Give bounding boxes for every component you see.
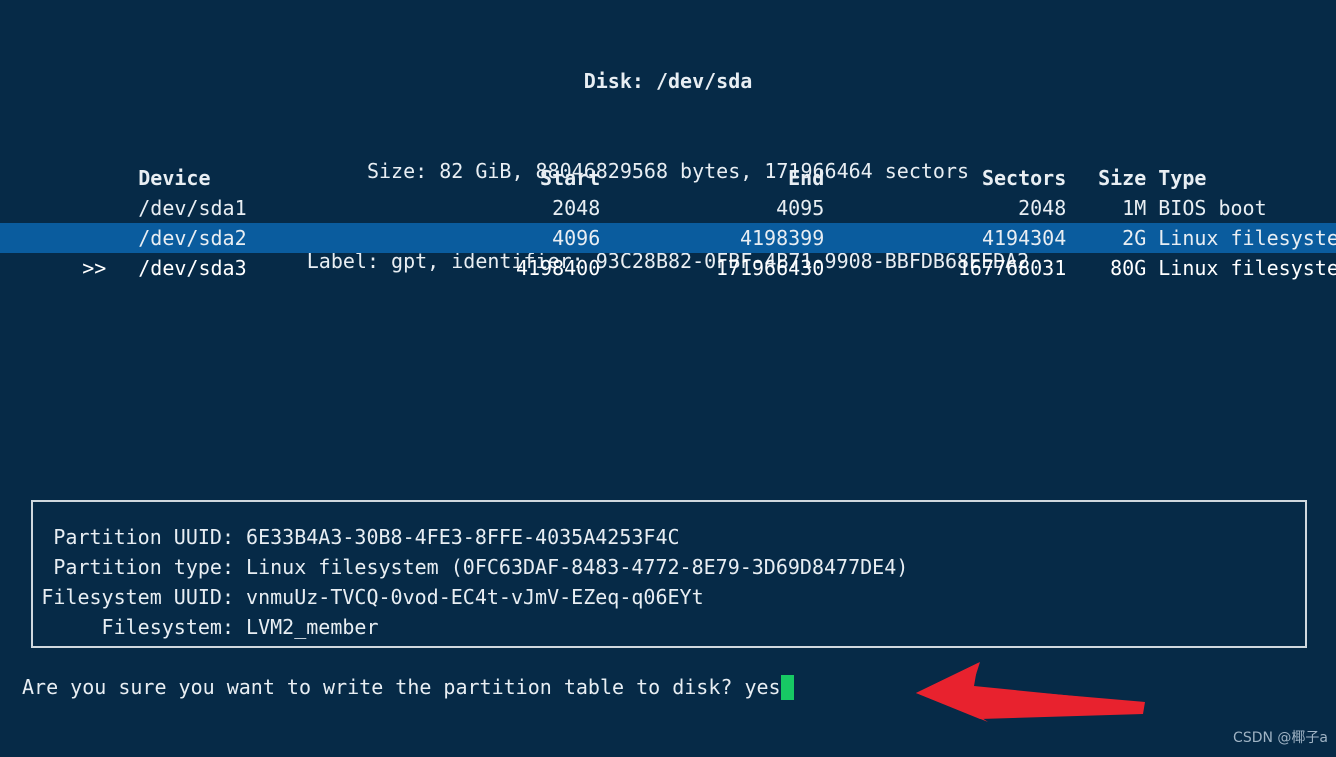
- cell-size: 2G: [1122, 226, 1147, 250]
- cell-end: 4095: [776, 196, 825, 220]
- detail-value: [234, 555, 246, 579]
- cell-size: 1M: [1122, 196, 1147, 220]
- detail-value-text: 6E33B4A3-30B8-4FE3-8FFE-4035A4253F4C: [246, 525, 680, 549]
- detail-value: [234, 525, 246, 549]
- cell-end: 4198399: [739, 226, 825, 250]
- disk-title: Disk: /dev/sda: [583, 69, 753, 93]
- detail-label: Partition UUID:: [53, 525, 234, 549]
- column-header-device: Device: [138, 166, 211, 190]
- detail-label: Partition type:: [53, 555, 234, 579]
- detail-line-filesystem: Filesystem: LVM2_member: [0, 612, 1336, 642]
- watermark: CSDN @椰子a: [1233, 730, 1328, 746]
- cell-start: 2048: [552, 196, 601, 220]
- detail-value-text: vnmuUz-TVCQ-0vod-EC4t-vJmV-EZeq-q06EYt: [246, 585, 704, 609]
- cell-device: /dev/sda2: [138, 226, 247, 250]
- cell-size: 80G: [1110, 256, 1147, 280]
- cell-sectors: 2048: [1018, 196, 1067, 220]
- annotation-arrow-icon: [916, 662, 1145, 722]
- prompt-question: Are you sure you want to write the parti…: [22, 675, 745, 699]
- table-header-row: Device Start End Sectors Size Type: [0, 133, 1336, 190]
- partition-table: Device Start End Sectors Size Type /dev/sda1 2…: [0, 133, 1336, 280]
- prompt-answer-input[interactable]: yes: [744, 675, 780, 699]
- detail-label: Filesystem:: [101, 615, 234, 639]
- cell-type: BIOS boot: [1158, 196, 1267, 220]
- column-header-type: Type: [1158, 166, 1207, 190]
- cell-device: /dev/sda1: [138, 196, 247, 220]
- cell-sectors: 167768031: [957, 256, 1067, 280]
- terminal-screen: Disk: /dev/sda Size: 82 GiB, 88046829568…: [0, 0, 1336, 757]
- column-header-end: End: [788, 166, 825, 190]
- detail-label: Filesystem UUID:: [41, 585, 234, 609]
- detail-value: [234, 615, 246, 639]
- detail-line-filesystem-uuid: Filesystem UUID: vnmuUz-TVCQ-0vod-EC4t-v…: [0, 582, 1336, 612]
- cell-type: Linux filesystem: [1158, 226, 1336, 250]
- detail-value-text: Linux filesystem (0FC63DAF-8483-4772-8E7…: [246, 555, 909, 579]
- cell-device: /dev/sda3: [138, 256, 247, 280]
- cell-start: 4198400: [515, 256, 601, 280]
- column-header-start: Start: [540, 166, 601, 190]
- row-selection-marker: >>: [82, 256, 107, 280]
- detail-line-partition-type: Partition type: Linux filesystem (0FC63D…: [0, 552, 1336, 582]
- cell-sectors: 4194304: [981, 226, 1067, 250]
- confirmation-prompt[interactable]: Are you sure you want to write the parti…: [22, 672, 794, 702]
- column-header-sectors: Sectors: [981, 166, 1067, 190]
- cell-type: Linux filesystem: [1158, 256, 1336, 280]
- cell-start: 4096: [552, 226, 601, 250]
- detail-value-text: LVM2_member: [246, 615, 379, 639]
- column-header-size: Size: [1098, 166, 1147, 190]
- partition-detail-lines: Partition UUID: 6E33B4A3-30B8-4FE3-8FFE-…: [0, 500, 1336, 642]
- cell-end: 171966430: [715, 256, 825, 280]
- text-cursor: [780, 675, 794, 700]
- detail-line-partition-uuid: Partition UUID: 6E33B4A3-30B8-4FE3-8FFE-…: [0, 522, 1336, 552]
- detail-value: [234, 585, 246, 609]
